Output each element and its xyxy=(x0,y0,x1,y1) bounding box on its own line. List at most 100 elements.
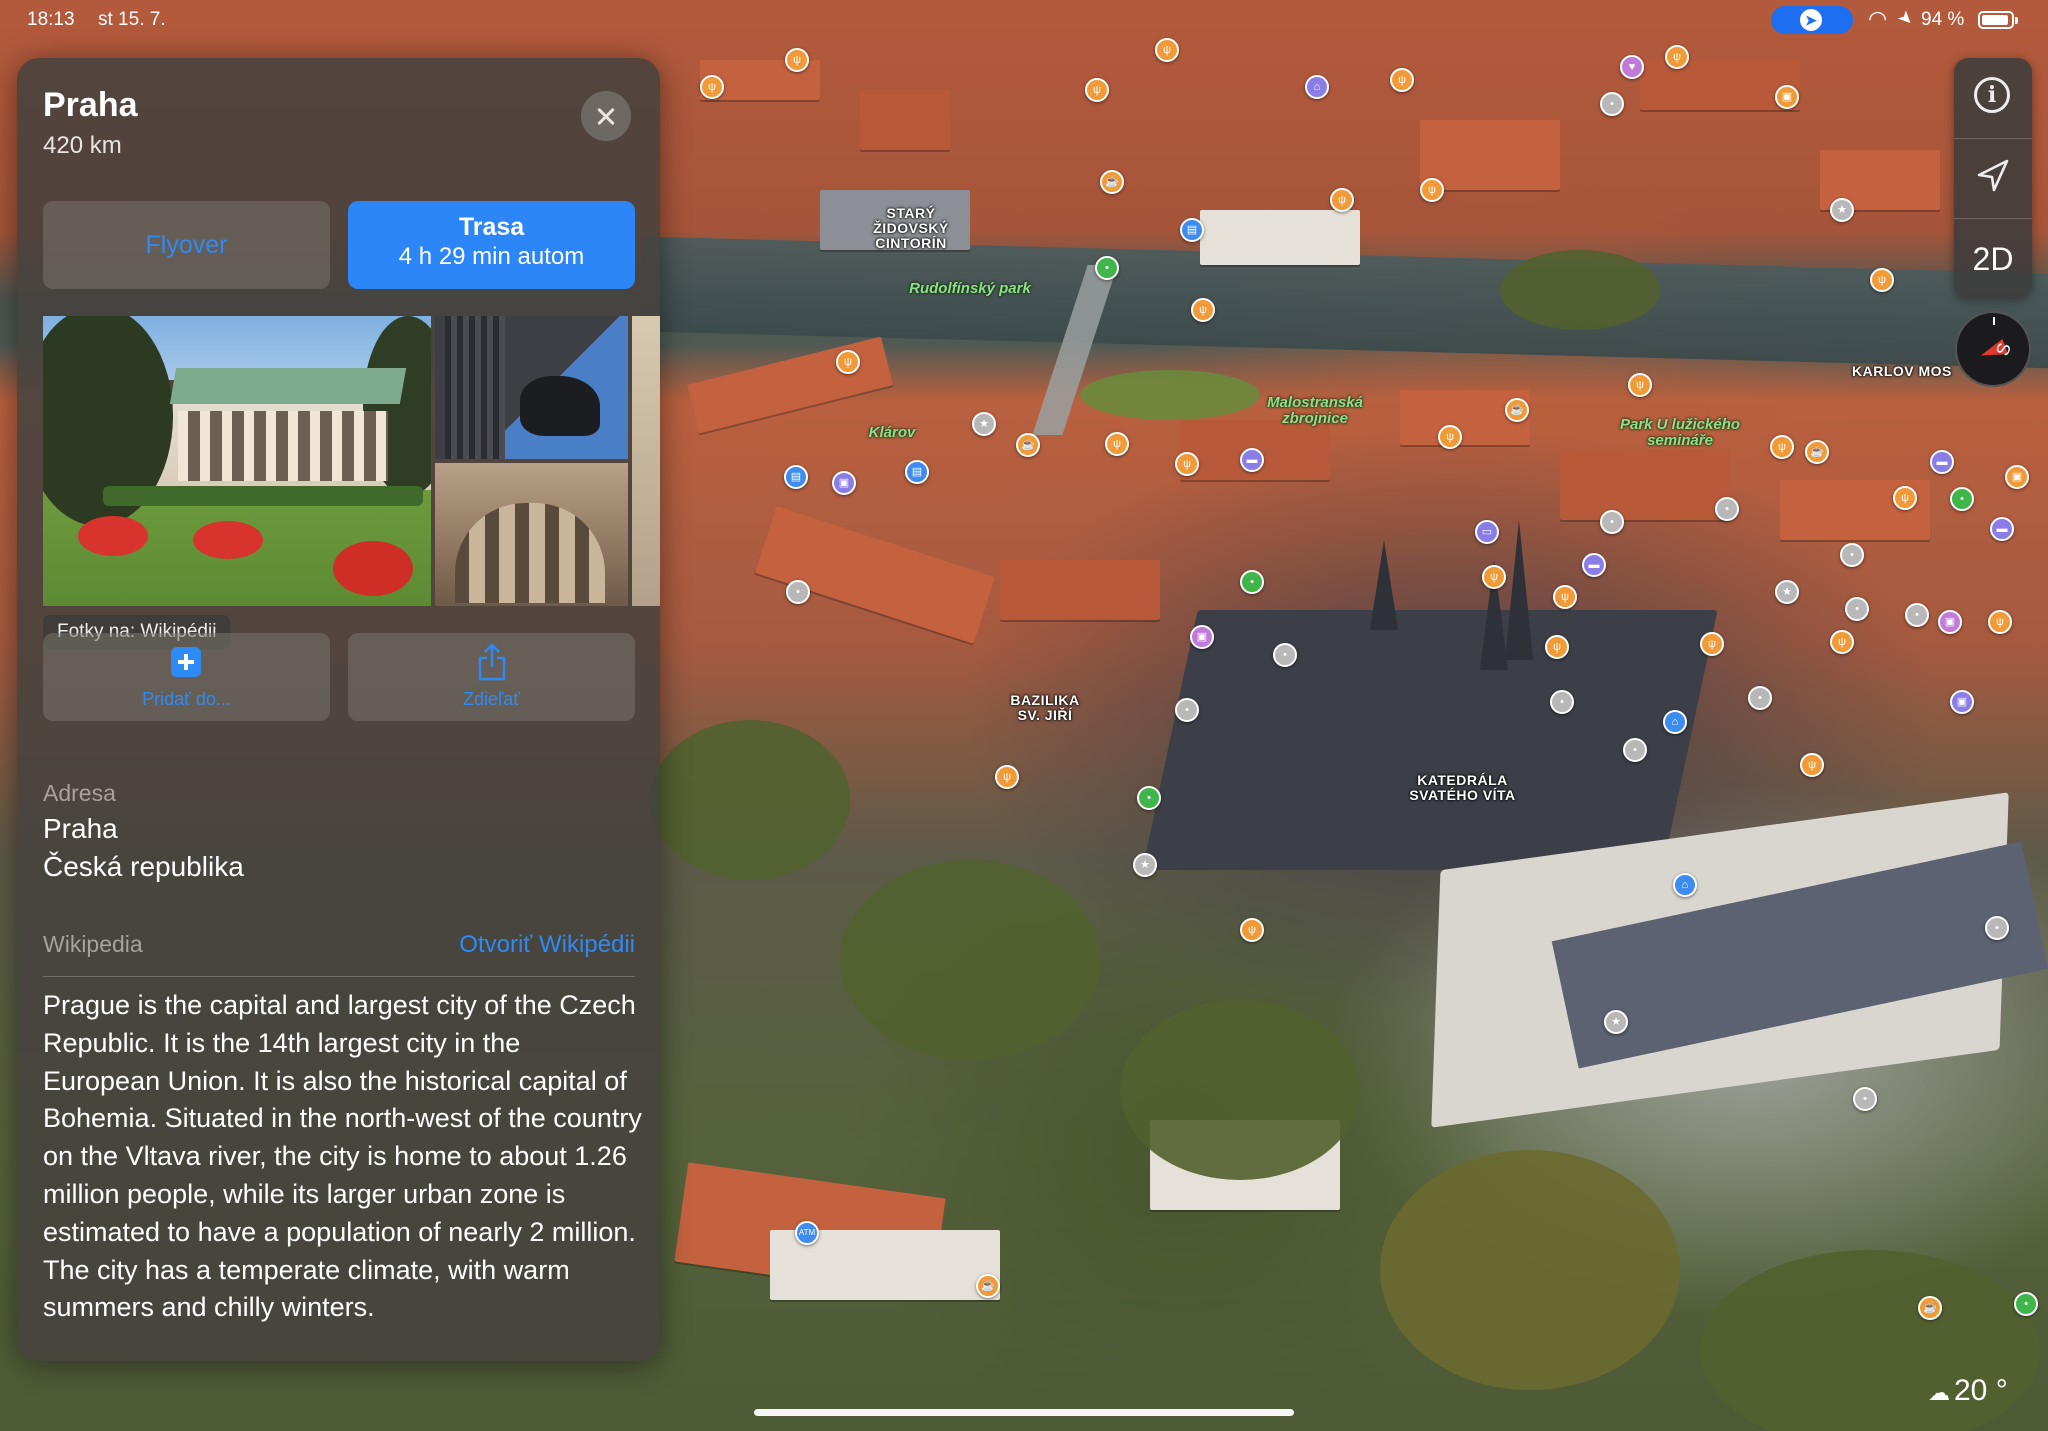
landmark-pin[interactable]: • xyxy=(1600,510,1624,534)
restaurant-pin[interactable]: ψ xyxy=(1105,432,1129,456)
lodging-pin[interactable]: ▬ xyxy=(1240,448,1264,472)
lodging-pin[interactable]: ▬ xyxy=(1990,517,2014,541)
label-park-luzickeho-seminare[interactable]: Park U lužického semináře xyxy=(1605,417,1755,449)
park-pin[interactable]: • xyxy=(1137,786,1161,810)
photo-building-facade[interactable] xyxy=(435,463,628,606)
restaurant-pin[interactable]: ψ xyxy=(1175,452,1199,476)
shopping-pin[interactable]: ▣ xyxy=(2005,465,2029,489)
landmark-pin[interactable]: • xyxy=(1840,543,1864,567)
cafe-pin[interactable]: ☕ xyxy=(976,1274,1000,1298)
landmark-pin[interactable]: ★ xyxy=(972,412,996,436)
restaurant-pin[interactable]: ψ xyxy=(1770,435,1794,459)
restaurant-pin[interactable]: ψ xyxy=(1553,585,1577,609)
flyover-button[interactable]: Flyover xyxy=(43,201,330,289)
restaurant-pin[interactable]: ψ xyxy=(1893,486,1917,510)
restaurant-pin[interactable]: ψ xyxy=(1830,630,1854,654)
label-bazilika-sv-jiri[interactable]: BAZILIKA SV. JIŘÍ xyxy=(1000,693,1090,723)
photo-royal-summer-palace[interactable] xyxy=(43,316,431,606)
nightlife-pin[interactable]: ▣ xyxy=(1938,610,1962,634)
route-button[interactable]: Trasa 4 h 29 min autom xyxy=(348,201,635,289)
shopping-pin[interactable]: ▣ xyxy=(1775,85,1799,109)
label-katedrala-svateho-vita[interactable]: KATEDRÁLA SVATÉHO VÍTA xyxy=(1395,773,1530,803)
info-icon[interactable]: i xyxy=(1974,77,2010,113)
museum-pin[interactable]: ▣ xyxy=(832,471,856,495)
transit-pin[interactable]: ▤ xyxy=(1180,218,1204,242)
label-klarov[interactable]: Klárov xyxy=(862,425,922,441)
restaurant-pin[interactable]: ψ xyxy=(1988,610,2012,634)
compass-icon[interactable]: S xyxy=(1955,311,2031,387)
label-rudolfinsky-park[interactable]: Rudolfínský park xyxy=(895,281,1045,297)
park-pin[interactable]: • xyxy=(1950,487,1974,511)
landmark-pin[interactable]: • xyxy=(1550,690,1574,714)
museum-pin[interactable]: ⌂ xyxy=(1673,873,1697,897)
landmark-pin[interactable]: ★ xyxy=(1604,1010,1628,1034)
restaurant-pin[interactable]: ψ xyxy=(1665,45,1689,69)
home-indicator[interactable] xyxy=(754,1409,1294,1416)
restaurant-pin[interactable]: ψ xyxy=(1420,178,1444,202)
landmark-pin[interactable]: • xyxy=(1623,738,1647,762)
lodging-pin[interactable]: ▬ xyxy=(1582,553,1606,577)
landmark-pin[interactable]: ★ xyxy=(1830,198,1854,222)
landmark-pin[interactable]: • xyxy=(1853,1087,1877,1111)
restaurant-pin[interactable]: ψ xyxy=(1085,78,1109,102)
landmark-pin[interactable]: • xyxy=(1985,916,2009,940)
landmark-pin[interactable]: • xyxy=(1748,686,1772,710)
park-pin[interactable]: • xyxy=(2014,1292,2038,1316)
nightlife-pin[interactable]: ♥ xyxy=(1620,55,1644,79)
photo-partial[interactable] xyxy=(632,316,660,606)
landmark-pin[interactable]: • xyxy=(1845,597,1869,621)
museum-pin[interactable]: ⌂ xyxy=(1305,75,1329,99)
restaurant-pin[interactable]: ψ xyxy=(1390,68,1414,92)
restaurant-pin[interactable]: ψ xyxy=(1438,425,1462,449)
museum-pin[interactable]: ⌂ xyxy=(1663,710,1687,734)
restaurant-pin[interactable]: ψ xyxy=(1700,632,1724,656)
museum-pin[interactable]: ▣ xyxy=(1950,690,1974,714)
restaurant-pin[interactable]: ψ xyxy=(1482,565,1506,589)
restaurant-pin[interactable]: ψ xyxy=(785,48,809,72)
landmark-pin[interactable]: • xyxy=(1600,92,1624,116)
cafe-pin[interactable]: ☕ xyxy=(1918,1296,1942,1320)
label-malostranska-zbrojnice[interactable]: Malostranská zbrojnice xyxy=(1250,395,1380,427)
landmark-pin[interactable]: • xyxy=(1273,643,1297,667)
restaurant-pin[interactable]: ψ xyxy=(1191,298,1215,322)
restaurant-pin[interactable]: ψ xyxy=(1240,918,1264,942)
share-button[interactable]: Zdieľať xyxy=(348,633,635,721)
restaurant-pin[interactable]: ψ xyxy=(1155,38,1179,62)
restaurant-pin[interactable]: ψ xyxy=(1330,188,1354,212)
open-wikipedia-link[interactable]: Otvoriť Wikipédii xyxy=(459,931,635,959)
lodging-pin[interactable]: ▬ xyxy=(1930,450,1954,474)
landmark-pin[interactable]: • xyxy=(786,580,810,604)
nightlife-pin[interactable]: ▣ xyxy=(1190,625,1214,649)
add-to-button[interactable]: Pridať do... xyxy=(43,633,330,721)
park-pin[interactable]: • xyxy=(1240,570,1264,594)
atm-pin[interactable]: ATM xyxy=(795,1221,819,1245)
cafe-pin[interactable]: ☕ xyxy=(1100,170,1124,194)
restaurant-pin[interactable]: ψ xyxy=(836,350,860,374)
location-arrow-icon[interactable] xyxy=(1973,156,2013,196)
photo-st-george-statue[interactable] xyxy=(435,316,628,459)
landmark-pin[interactable]: ★ xyxy=(1775,580,1799,604)
label-stary-cintorin[interactable]: STARÝ ŽIDOVSKÝ CINTORÍN xyxy=(856,206,966,251)
transit-pin[interactable]: ▤ xyxy=(905,460,929,484)
restaurant-pin[interactable]: ψ xyxy=(1628,373,1652,397)
label-karlov-most[interactable]: KARLOV MOS xyxy=(1852,364,1962,379)
restaurant-pin[interactable]: ψ xyxy=(1870,268,1894,292)
landmark-pin[interactable]: • xyxy=(1905,603,1929,627)
restaurant-pin[interactable]: ψ xyxy=(1545,635,1569,659)
2d-mode-button[interactable]: 2D xyxy=(1954,226,2032,292)
close-icon[interactable] xyxy=(581,91,631,141)
park-pin[interactable]: • xyxy=(1095,256,1119,280)
place-card[interactable]: Praha 420 km Flyover Trasa 4 h 29 min au… xyxy=(17,58,660,1361)
restaurant-pin[interactable]: ψ xyxy=(1800,753,1824,777)
navigation-pill[interactable]: ➤ xyxy=(1771,6,1853,34)
photo-gallery[interactable] xyxy=(43,316,660,606)
landmark-pin[interactable]: • xyxy=(1715,497,1739,521)
restaurant-pin[interactable]: ψ xyxy=(995,765,1019,789)
restaurant-pin[interactable]: ψ xyxy=(700,75,724,99)
cafe-pin[interactable]: ☕ xyxy=(1505,398,1529,422)
landmark-pin[interactable]: ★ xyxy=(1133,853,1157,877)
cafe-pin[interactable]: ☕ xyxy=(1016,433,1040,457)
cafe-pin[interactable]: ☕ xyxy=(1805,440,1829,464)
library-pin[interactable]: ▭ xyxy=(1475,520,1499,544)
transit-pin[interactable]: ▤ xyxy=(784,465,808,489)
